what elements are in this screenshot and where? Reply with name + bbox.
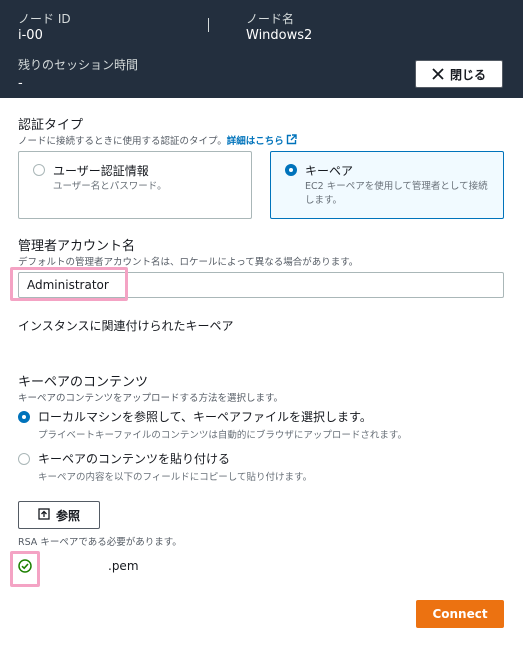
upload-icon [38,507,50,523]
connect-button[interactable]: Connect [416,600,504,628]
key-pair-title: キーペア [305,164,354,178]
learn-more-link[interactable]: 詳細はこちら [226,134,297,148]
close-button[interactable]: 閉じる [415,60,503,88]
tile-user-credentials[interactable]: ユーザー認証情報 ユーザー名とパスワード。 [18,151,252,219]
user-credentials-title: ユーザー認証情報 [53,164,149,178]
browse-button[interactable]: 参照 [18,501,100,529]
key-content-title: キーペアのコンテンツ [18,375,149,390]
close-icon [432,68,444,80]
node-name-label: ノード名 [246,12,295,26]
uploaded-file-name: .pem [108,559,139,573]
external-link-icon [286,134,297,148]
key-content-description: キーペアのコンテンツをアップロードする方法を選択します。 [18,393,284,404]
rsa-hint: RSA キーペアである必要があります。 [18,537,182,548]
associated-key-label: インスタンスに関連付けられたキーペア [18,319,234,333]
session-time-value: - [18,76,23,91]
node-name-value: Windows2 [246,28,313,43]
auth-type-title: 認証タイプ [18,118,84,133]
auth-type-description: ノードに接続するときに使用する認証のタイプ。詳細はこちら [18,133,297,148]
paste-content-title: キーペアのコンテンツを貼り付ける [38,452,231,466]
browse-button-label: 参照 [55,508,80,523]
node-id-value: i-00 [18,28,43,43]
auth-type-description-text: ノードに接続するときに使用する認証のタイプ。 [18,136,227,147]
tile-key-pair[interactable]: キーペア EC2 キーペアを使用して管理者として接続 します。 [270,151,504,219]
key-pair-description-line1: EC2 キーペアを使用して管理者として接続 [305,181,488,192]
session-time-label: 残りのセッション時間 [18,58,139,72]
key-pair-description: EC2 キーペアを使用して管理者として接続 します。 [305,180,488,208]
header-divider [208,18,209,32]
key-pair-description-line2: します。 [305,195,343,206]
check-circle-icon [18,558,32,577]
user-credentials-description: ユーザー名とパスワード。 [53,181,167,192]
paste-content-radio[interactable] [18,453,30,465]
paste-content-description: キーペアの内容を以下のフィールドにコピーして貼り付けます。 [38,472,313,483]
admin-account-title: 管理者アカウント名 [18,239,136,254]
admin-account-description: デフォルトの管理者アカウント名は、ロケールによって異なる場合があります。 [18,257,359,268]
browse-local-title: ローカルマシンを参照して、キーペアファイルを選択します。 [38,410,372,424]
close-button-label: 閉じる [449,67,486,82]
key-pair-radio[interactable] [285,164,297,176]
browse-local-description: プライベートキーファイルのコンテンツは自動的にブラウザにアップロードされます。 [38,430,407,441]
admin-account-input[interactable]: Administrator [18,272,504,298]
user-credentials-radio[interactable] [33,164,45,176]
learn-more-label: 詳細はこちら [226,136,284,147]
session-header: ノード ID i-00 ノード名 Windows2 残りのセッション時間 - 閉… [0,0,523,98]
browse-local-radio[interactable] [18,411,30,423]
node-id-label: ノード ID [18,12,71,26]
